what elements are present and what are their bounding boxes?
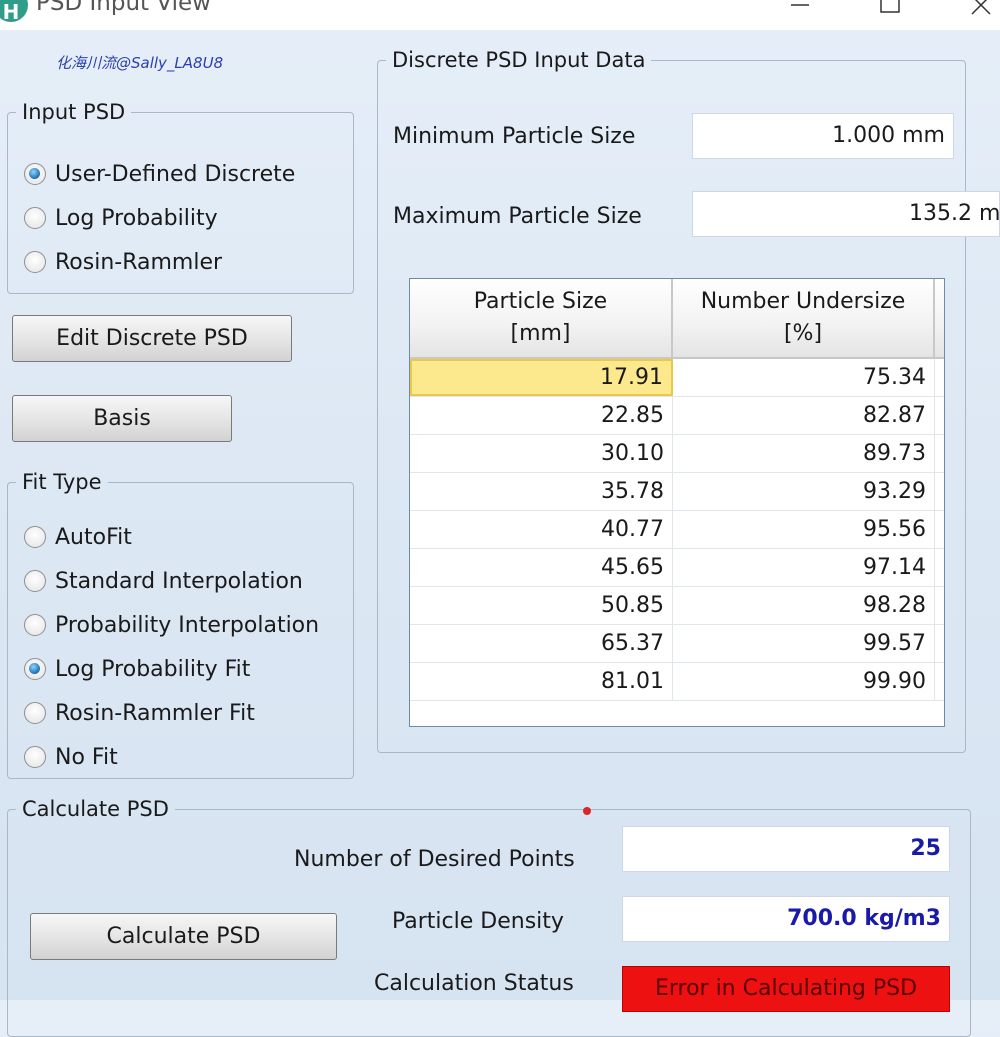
maximum-particle-size-input[interactable]: 135.2 mm — [692, 191, 1000, 237]
header-label: Number Undersize — [700, 289, 906, 314]
calculate-psd-button[interactable]: Calculate PSD — [30, 913, 337, 960]
radio-button-icon — [24, 702, 46, 724]
header-number-undersize[interactable]: Number Undersize [%] — [673, 279, 935, 359]
header-unit: [mm] — [510, 321, 571, 346]
radio-no-fit[interactable]: No Fit — [24, 742, 118, 772]
radio-label: User-Defined Discrete — [55, 161, 296, 187]
table-cell[interactable]: 98.28 — [673, 587, 935, 624]
table-cell[interactable]: 45.65 — [410, 549, 673, 586]
header-particle-size[interactable]: Particle Size [mm] — [410, 279, 673, 359]
radio-label: Rosin-Rammler Fit — [55, 700, 255, 726]
calculate-psd-legend: Calculate PSD — [22, 797, 169, 821]
table-cell[interactable]: 50.85 — [410, 587, 673, 624]
radio-button-icon — [24, 163, 46, 185]
radio-button-icon — [24, 614, 46, 636]
desired-points-input[interactable]: 25 — [622, 826, 950, 872]
fit-type-group: Fit Type AutoFit Standard Interpolation … — [7, 470, 354, 779]
radio-button-icon — [24, 746, 46, 768]
header-spacer — [935, 279, 944, 359]
particle-density-label: Particle Density — [392, 909, 564, 934]
minimum-particle-size-input[interactable]: 1.000 mm — [692, 113, 954, 159]
table-cell[interactable]: 22.85 — [410, 397, 673, 434]
table-row[interactable]: 65.37 99.57 — [410, 625, 944, 663]
table-cell[interactable]: 65.37 — [410, 625, 673, 662]
radio-rosin-rammler[interactable]: Rosin-Rammler — [24, 247, 222, 277]
radio-label: No Fit — [55, 744, 118, 770]
minimize-icon — [791, 4, 809, 6]
table-cell-selected[interactable]: 17.91 — [410, 359, 673, 396]
fit-type-legend: Fit Type — [22, 470, 102, 494]
table-cell[interactable]: 97.14 — [673, 549, 935, 586]
table-cell[interactable]: 81.01 — [410, 663, 673, 700]
table-header: Particle Size [mm] Number Undersize [%] — [410, 279, 944, 359]
calculation-status-label: Calculation Status — [374, 971, 574, 996]
table-row[interactable]: 22.85 82.87 — [410, 397, 944, 435]
radio-button-icon — [24, 658, 46, 680]
table-cell[interactable]: 93.29 — [673, 473, 935, 510]
input-psd-legend: Input PSD — [22, 100, 126, 124]
particle-density-input[interactable]: 700.0 kg/m3 — [622, 896, 950, 942]
desired-points-label: Number of Desired Points — [294, 847, 575, 872]
radio-standard-interpolation[interactable]: Standard Interpolation — [24, 566, 303, 596]
radio-rosin-rammler-fit[interactable]: Rosin-Rammler Fit — [24, 698, 255, 728]
radio-log-probability-fit[interactable]: Log Probability Fit — [24, 654, 250, 684]
radio-button-icon — [24, 570, 46, 592]
table-row[interactable]: 40.77 95.56 — [410, 511, 944, 549]
table-cell[interactable]: 99.90 — [673, 663, 935, 700]
red-dot-marker — [583, 807, 591, 815]
table-row[interactable]: 17.91 75.34 — [410, 359, 944, 397]
table-cell[interactable]: 30.10 — [410, 435, 673, 472]
watermark: 化海川流@Sally_LA8U8 — [56, 54, 224, 72]
table-cell[interactable]: 95.56 — [673, 511, 935, 548]
close-button[interactable] — [962, 0, 1000, 30]
table-cell[interactable]: 40.77 — [410, 511, 673, 548]
psd-data-table: Particle Size [mm] Number Undersize [%] … — [409, 278, 945, 727]
table-row[interactable]: 30.10 89.73 — [410, 435, 944, 473]
header-label: Particle Size — [473, 289, 608, 314]
window-title: PSD Input View — [36, 0, 211, 16]
discrete-psd-legend: Discrete PSD Input Data — [392, 48, 646, 72]
maximum-particle-size-label: Maximum Particle Size — [393, 204, 642, 229]
table-cell[interactable]: 99.57 — [673, 625, 935, 662]
radio-probability-interpolation[interactable]: Probability Interpolation — [24, 610, 319, 640]
radio-user-defined-discrete[interactable]: User-Defined Discrete — [24, 159, 295, 189]
input-psd-group: Input PSD User-Defined Discrete Log Prob… — [7, 100, 354, 294]
table-row[interactable]: 50.85 98.28 — [410, 587, 944, 625]
radio-autofit[interactable]: AutoFit — [24, 522, 132, 552]
table-cell[interactable]: 89.73 — [673, 435, 935, 472]
radio-label: Probability Interpolation — [55, 612, 320, 638]
table-cell[interactable]: 82.87 — [673, 397, 935, 434]
radio-button-icon — [24, 207, 46, 229]
minimum-particle-size-label: Minimum Particle Size — [393, 124, 636, 149]
basis-button[interactable]: Basis — [12, 395, 232, 442]
table-row[interactable]: 45.65 97.14 — [410, 549, 944, 587]
header-unit: [%] — [783, 321, 823, 346]
table-cell[interactable]: 35.78 — [410, 473, 673, 510]
hsc-logo-icon: H — [0, 0, 28, 24]
radio-label: Standard Interpolation — [55, 568, 303, 594]
table-cell[interactable]: 75.34 — [673, 359, 935, 396]
calculation-status-badge: Error in Calculating PSD — [622, 966, 950, 1012]
table-row[interactable]: 81.01 99.90 — [410, 663, 944, 701]
title-bar: H PSD Input View — [0, 0, 1000, 30]
maximize-icon — [880, 0, 900, 13]
radio-label: Log Probability — [55, 205, 218, 231]
maximize-button[interactable] — [870, 0, 910, 30]
edit-discrete-psd-button[interactable]: Edit Discrete PSD — [12, 315, 292, 362]
radio-label: Log Probability Fit — [55, 656, 251, 682]
table-body: 17.91 75.34 22.85 82.87 30.10 89.73 35.7… — [410, 359, 944, 701]
radio-button-icon — [24, 251, 46, 273]
radio-log-probability[interactable]: Log Probability — [24, 203, 218, 233]
minimize-button[interactable] — [780, 0, 820, 30]
close-icon — [971, 0, 991, 15]
radio-button-icon — [24, 526, 46, 548]
radio-label: AutoFit — [55, 524, 132, 550]
table-row[interactable]: 35.78 93.29 — [410, 473, 944, 511]
radio-label: Rosin-Rammler — [55, 249, 223, 275]
